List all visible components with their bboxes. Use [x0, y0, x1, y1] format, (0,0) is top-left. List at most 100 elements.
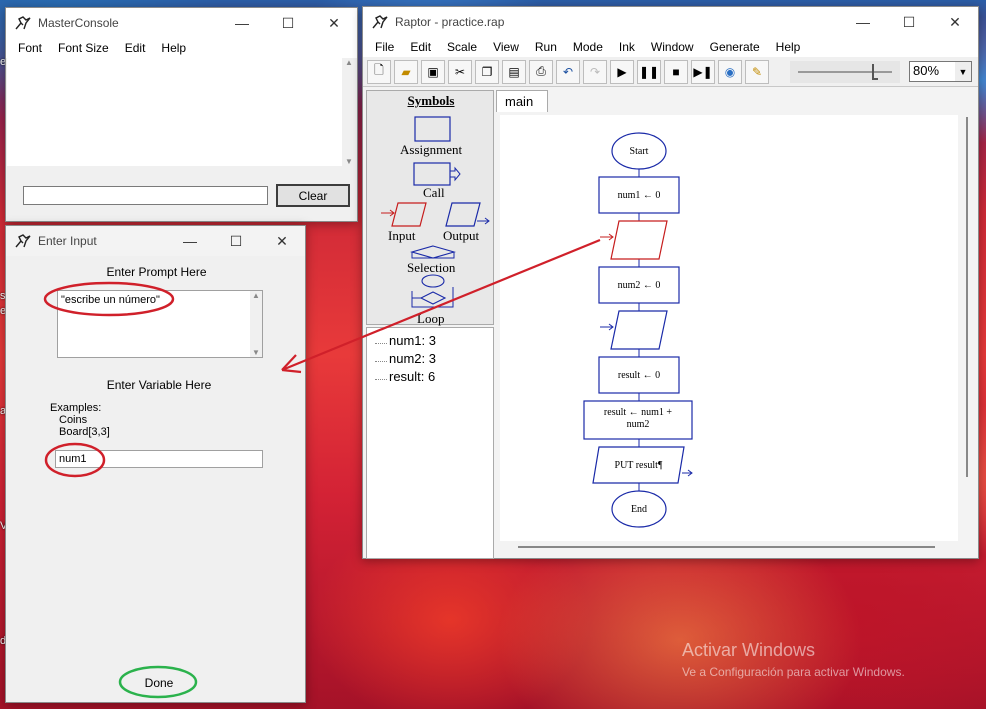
- window-title: Raptor - practice.rap: [395, 15, 505, 29]
- console-input[interactable]: [23, 186, 268, 205]
- scroll-up-icon[interactable]: ▲: [345, 58, 353, 67]
- save-icon[interactable]: ▣: [421, 59, 445, 84]
- watermark-subtitle: Ve a Configuración para activar Windows.: [682, 665, 905, 679]
- input-symbol[interactable]: [391, 202, 427, 227]
- test-server-icon[interactable]: ◉: [718, 59, 742, 84]
- master-console-titlebar[interactable]: MasterConsole — ☐ ✕: [6, 8, 357, 38]
- redo-icon[interactable]: ↷: [583, 59, 607, 84]
- input-step[interactable]: [610, 220, 668, 260]
- symbol-label-input: Input: [388, 228, 416, 243]
- activation-watermark: Activar Windows Ve a Configuración para …: [682, 640, 905, 679]
- symbol-label-assignment: Assignment: [400, 142, 463, 157]
- prompt-textarea[interactable]: "escribe un número" ▲ ▼: [57, 290, 263, 358]
- variable-label: Enter Variable Here: [106, 378, 212, 392]
- symbol-label-output: Output: [443, 228, 480, 243]
- zoom-slider-thumb[interactable]: [872, 64, 878, 80]
- flow-end-label: End: [630, 504, 648, 515]
- minimize-icon[interactable]: —: [219, 8, 265, 38]
- flow-output-label: PUT result¶: [614, 460, 663, 471]
- menu-edit[interactable]: Edit: [402, 40, 439, 54]
- loop-symbol[interactable]: [421, 274, 445, 288]
- minimize-icon[interactable]: —: [840, 7, 886, 37]
- menu-generate[interactable]: Generate: [702, 40, 768, 54]
- paste-icon[interactable]: ▤: [502, 59, 526, 84]
- watch-row[interactable]: num1: 3: [367, 331, 493, 349]
- master-console-menubar: Font Font Size Edit Help: [6, 38, 357, 58]
- menu-window[interactable]: Window: [643, 40, 702, 54]
- flow-result-label: result ← 0: [617, 370, 661, 381]
- clear-button[interactable]: Clear: [276, 184, 350, 207]
- symbols-shapes: [381, 116, 490, 308]
- console-scrollbar[interactable]: ▲ ▼: [343, 58, 355, 166]
- pen-icon[interactable]: ✎: [745, 59, 769, 84]
- call-symbol[interactable]: [413, 162, 451, 186]
- menu-mode[interactable]: Mode: [565, 40, 611, 54]
- menu-file[interactable]: File: [367, 40, 402, 54]
- cut-icon[interactable]: ✂: [448, 59, 472, 84]
- new-file-icon[interactable]: 🗋: [367, 59, 391, 84]
- menu-help[interactable]: Help: [153, 41, 194, 55]
- menu-ink[interactable]: Ink: [611, 40, 643, 54]
- close-icon[interactable]: ✕: [259, 226, 305, 256]
- flow-num2-label: num2 ← 0: [617, 280, 661, 291]
- enter-input-titlebar[interactable]: Enter Input — ☐ ✕: [6, 226, 305, 256]
- watch-value: result: 6: [389, 368, 436, 384]
- input-step-2[interactable]: [610, 310, 668, 350]
- menu-view[interactable]: View: [485, 40, 527, 54]
- tab-main[interactable]: main: [496, 90, 548, 112]
- stop-icon[interactable]: ■: [664, 59, 688, 84]
- scroll-down-icon[interactable]: ▼: [252, 348, 260, 357]
- assignment-symbol[interactable]: [414, 116, 451, 142]
- example-item: Board[3,3]: [59, 426, 110, 438]
- selection-symbol[interactable]: [409, 245, 457, 259]
- flowchart-canvas[interactable]: Start num1 ← 0 num2 ← 0 result ← 0 resul…: [500, 115, 958, 541]
- menu-edit[interactable]: Edit: [117, 41, 154, 55]
- watch-value: num1: 3: [389, 332, 436, 348]
- scroll-down-icon[interactable]: ▼: [345, 157, 353, 166]
- scroll-up-icon[interactable]: ▲: [252, 291, 260, 300]
- output-arrow-icon: [477, 217, 490, 225]
- console-output[interactable]: [7, 58, 342, 166]
- copy-icon[interactable]: ❐: [475, 59, 499, 84]
- close-icon[interactable]: ✕: [932, 7, 978, 37]
- prompt-scrollbar[interactable]: ▲ ▼: [250, 291, 262, 357]
- raptor-titlebar[interactable]: Raptor - practice.rap — ☐ ✕: [363, 7, 978, 37]
- menu-font-size[interactable]: Font Size: [50, 41, 117, 55]
- chevron-down-icon[interactable]: ▼: [955, 62, 971, 81]
- canvas-horizontal-scrollbar[interactable]: [518, 546, 935, 548]
- undo-icon[interactable]: ↶: [556, 59, 580, 84]
- step-icon[interactable]: ▶❚: [691, 59, 715, 84]
- output-symbol[interactable]: [445, 202, 481, 227]
- flow-num1-label: num1 ← 0: [617, 190, 661, 201]
- close-icon[interactable]: ✕: [311, 8, 357, 38]
- call-arrow-icon: [450, 166, 461, 182]
- open-folder-icon[interactable]: ▰: [394, 59, 418, 84]
- minimize-icon[interactable]: —: [167, 226, 213, 256]
- zoom-select[interactable]: 80% ▼: [909, 61, 972, 82]
- variable-input[interactable]: num1: [55, 450, 263, 468]
- menu-font[interactable]: Font: [10, 41, 50, 55]
- menu-run[interactable]: Run: [527, 40, 565, 54]
- symbol-label-call: Call: [423, 185, 445, 200]
- watch-row[interactable]: result: 6: [367, 367, 493, 385]
- prompt-text: "escribe un número": [61, 294, 160, 306]
- play-icon[interactable]: ▶: [610, 59, 634, 84]
- symbols-panel: Symbols Assignment Call Input Output Sel…: [366, 90, 494, 326]
- menu-help[interactable]: Help: [768, 40, 809, 54]
- example-item: Coins: [59, 414, 88, 426]
- maximize-icon[interactable]: ☐: [886, 7, 932, 37]
- zoom-value: 80%: [913, 63, 940, 78]
- maximize-icon[interactable]: ☐: [213, 226, 259, 256]
- maximize-icon[interactable]: ☐: [265, 8, 311, 38]
- print-icon[interactable]: ⎙: [529, 59, 553, 84]
- window-title: MasterConsole: [38, 16, 119, 30]
- pause-icon[interactable]: ❚❚: [637, 59, 661, 84]
- zoom-slider[interactable]: [790, 61, 900, 83]
- examples-block: Examples: Coins Board[3,3]: [50, 402, 110, 438]
- done-button[interactable]: Done: [129, 673, 189, 693]
- menu-scale[interactable]: Scale: [439, 40, 485, 54]
- canvas-vertical-scrollbar[interactable]: [966, 117, 968, 477]
- variables-watch-panel: num1: 3 num2: 3 result: 6: [366, 327, 494, 559]
- watch-row[interactable]: num2: 3: [367, 349, 493, 367]
- raptor-window: Raptor - practice.rap — ☐ ✕ File Edit Sc…: [362, 6, 979, 559]
